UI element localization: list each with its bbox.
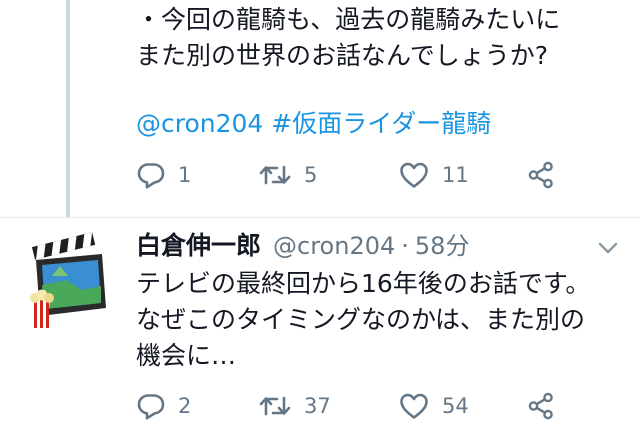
tweet-menu-button[interactable] <box>597 240 619 259</box>
reply-button[interactable]: 1 <box>136 155 191 195</box>
header-separator: · <box>401 232 409 260</box>
tweet-2-actions: 2 37 54 <box>136 386 616 426</box>
tweet-2-line-1: テレビの最終回から16年後のお話です。 <box>136 269 591 298</box>
tweet-2-line-3: 機会に… <box>136 341 237 370</box>
tweet-2-text: テレビの最終回から16年後のお話です。 なぜこのタイミングなのかは、また別の 機… <box>136 266 631 374</box>
heart-icon <box>400 393 428 419</box>
thread-connector-line <box>66 0 70 218</box>
retweet-icon <box>259 396 291 416</box>
retweet-button[interactable]: 5 <box>258 155 317 195</box>
reply-count: 2 <box>178 394 192 418</box>
share-icon <box>528 392 553 420</box>
share-button[interactable] <box>526 386 556 426</box>
tweet-1-line-1: ・今回の龍騎も、過去の龍騎みたいに <box>136 5 561 34</box>
retweet-count: 37 <box>304 394 331 418</box>
share-button[interactable] <box>526 155 556 195</box>
clapperboard-icon <box>30 232 106 328</box>
display-name[interactable]: 白倉伸一郎 <box>136 228 261 264</box>
timestamp[interactable]: 58分 <box>415 228 470 264</box>
like-count: 11 <box>442 163 469 187</box>
like-button[interactable]: 54 <box>398 386 469 426</box>
heart-icon <box>400 162 428 188</box>
reply-count: 1 <box>178 163 192 187</box>
mention-link[interactable]: @cron204 <box>136 106 263 142</box>
tweet-1-text: ・今回の龍騎も、過去の龍騎みたいに また別の世界のお話なんでしょうか? <box>136 2 631 74</box>
screen-name[interactable]: @cron204 <box>273 228 395 264</box>
retweet-button[interactable]: 37 <box>258 386 331 426</box>
reply-icon <box>137 394 165 420</box>
tweet-divider <box>0 217 640 218</box>
reply-button[interactable]: 2 <box>136 386 191 426</box>
avatar[interactable] <box>22 230 110 330</box>
hashtag-link[interactable]: #仮面ライダー龍騎 <box>271 106 491 142</box>
tweet-2-line-2: なぜこのタイミングなのかは、また別の <box>136 305 586 334</box>
reply-icon <box>137 163 165 189</box>
retweet-count: 5 <box>304 163 318 187</box>
tweet-1-tags: @cron204 #仮面ライダー龍騎 <box>136 106 491 142</box>
share-icon <box>528 161 553 189</box>
tweet-1-actions: 1 5 11 <box>136 155 616 195</box>
tweet-1-line-2: また別の世界のお話なんでしょうか? <box>136 41 549 70</box>
like-button[interactable]: 11 <box>398 155 469 195</box>
tweet-2-header: 白倉伸一郎 @cron204 · 58分 <box>136 228 469 264</box>
chevron-down-icon <box>598 242 618 254</box>
like-count: 54 <box>442 394 469 418</box>
retweet-icon <box>259 165 291 185</box>
